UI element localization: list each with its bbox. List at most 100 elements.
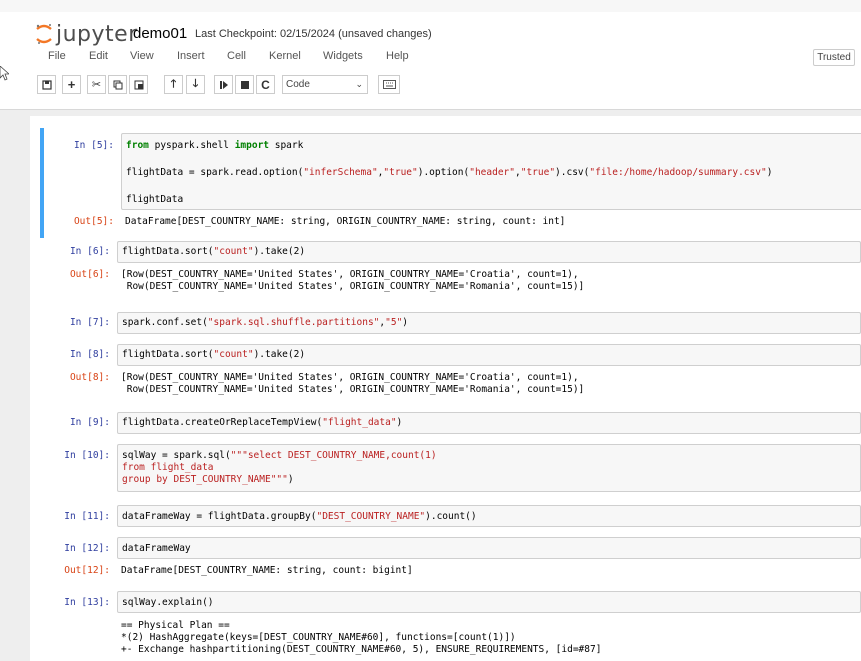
- code-input[interactable]: flightData.sort("count").take(2): [117, 241, 861, 263]
- output-prompt: Out[5]:: [73, 216, 114, 227]
- cell-output: == Physical Plan == *(2) HashAggregate(ke…: [121, 620, 601, 656]
- input-prompt: In [13]:: [64, 597, 110, 608]
- command-palette-button[interactable]: [378, 75, 400, 94]
- paste-icon: [134, 80, 143, 89]
- code-input[interactable]: sqlWay.explain(): [117, 591, 861, 613]
- code-line: spark.conf.set("spark.sql.shuffle.partit…: [122, 317, 409, 328]
- add-cell-icon: +: [67, 77, 76, 92]
- move-up-icon: 🡑: [170, 78, 177, 90]
- chevron-down-icon: ⌄: [355, 79, 363, 89]
- code-input[interactable]: sqlWay = spark.sql("""select DEST_COUNTR…: [117, 444, 861, 492]
- code-cell[interactable]: In [11]: dataFrameWay = flightData.group…: [44, 505, 861, 527]
- notebook-header: jupyter demo01 Last Checkpoint: 02/15/20…: [0, 12, 861, 110]
- save-icon: [41, 79, 52, 90]
- interrupt-button[interactable]: [235, 75, 254, 94]
- code-line: flightData.sort("count").take(2): [122, 246, 306, 257]
- copy-icon: [113, 80, 122, 89]
- code-line: flightData = spark.read.option("inferSch…: [126, 167, 773, 178]
- output-prompt: Out[6]:: [69, 269, 110, 280]
- cut-icon: ✂: [91, 79, 102, 91]
- output-line: Row(DEST_COUNTRY_NAME='United States', O…: [121, 384, 585, 395]
- output-prompt: Out[8]:: [69, 372, 110, 383]
- code-input[interactable]: dataFrameWay = flightData.groupBy("DEST_…: [117, 505, 861, 527]
- output-line: +- Exchange hashpartitioning(DEST_COUNTR…: [121, 644, 602, 655]
- code-cell[interactable]: In [10]: sqlWay = spark.sql("""select DE…: [44, 444, 861, 492]
- menu-view[interactable]: View: [130, 50, 154, 62]
- cell-output: DataFrame[DEST_COUNTRY_NAME: string, ORI…: [125, 216, 566, 227]
- insert-cell-button[interactable]: +: [62, 75, 81, 94]
- code-line: dataFrameWay: [122, 543, 191, 554]
- output-line: == Physical Plan ==: [121, 620, 230, 631]
- menu-kernel[interactable]: Kernel: [269, 50, 301, 62]
- code-cell[interactable]: In [8]: flightData.sort("count").take(2)…: [44, 344, 861, 404]
- input-prompt: In [12]:: [64, 543, 110, 554]
- input-prompt: In [11]:: [64, 511, 110, 522]
- code-line: from flight_data: [122, 462, 214, 473]
- notebook-area: In [5]: from pyspark.shell import spark …: [30, 116, 861, 661]
- output-line: *(2) HashAggregate(keys=[DEST_COUNTRY_NA…: [121, 632, 516, 643]
- output-line: Row(DEST_COUNTRY_NAME='United States', O…: [121, 281, 585, 292]
- input-prompt: In [10]:: [64, 450, 110, 461]
- input-prompt: In [9]:: [69, 417, 110, 428]
- code-line: from pyspark.shell import spark: [126, 140, 304, 151]
- move-up-button[interactable]: 🡑: [164, 75, 183, 94]
- move-down-icon: 🡓: [192, 78, 199, 90]
- cell-type-select[interactable]: Code ⌄: [282, 75, 368, 94]
- notebook-name[interactable]: demo01: [133, 25, 187, 42]
- paste-button[interactable]: [129, 75, 148, 94]
- code-line: dataFrameWay = flightData.groupBy("DEST_…: [122, 511, 477, 522]
- logo-text: jupyter: [56, 21, 138, 47]
- menu-widgets[interactable]: Widgets: [323, 50, 363, 62]
- menu-cell[interactable]: Cell: [227, 50, 246, 62]
- cell-output: DataFrame[DEST_COUNTRY_NAME: string, cou…: [121, 565, 413, 576]
- keyword: from: [126, 140, 149, 151]
- code-input[interactable]: spark.conf.set("spark.sql.shuffle.partit…: [117, 312, 861, 334]
- menu-help[interactable]: Help: [386, 50, 409, 62]
- copy-button[interactable]: [108, 75, 127, 94]
- code-line: group by DEST_COUNTRY_NAME"""): [122, 474, 294, 485]
- code-cell[interactable]: In [6]: flightData.sort("count").take(2)…: [44, 241, 861, 302]
- stop-icon: [240, 80, 249, 89]
- cut-button[interactable]: ✂: [87, 75, 106, 94]
- code-line: sqlWay.explain(): [122, 597, 214, 608]
- code-cell[interactable]: In [7]: spark.conf.set("spark.sql.shuffl…: [44, 312, 861, 334]
- restart-icon: C: [261, 77, 270, 92]
- code-cell[interactable]: In [12]: dataFrameWay Out[12]: DataFrame…: [44, 537, 861, 581]
- output-line: [Row(DEST_COUNTRY_NAME='United States', …: [121, 269, 579, 280]
- input-prompt: In [5]:: [73, 140, 114, 151]
- cell-output: [Row(DEST_COUNTRY_NAME='United States', …: [121, 269, 584, 293]
- jupyter-logo[interactable]: jupyter: [35, 21, 138, 47]
- move-down-button[interactable]: 🡓: [186, 75, 205, 94]
- mouse-cursor-icon: [0, 66, 9, 81]
- code-cell[interactable]: In [5]: from pyspark.shell import spark …: [40, 128, 861, 238]
- code-cell[interactable]: In [13]: sqlWay.explain() == Physical Pl…: [44, 591, 861, 661]
- input-prompt: In [8]:: [69, 349, 110, 360]
- run-button[interactable]: [214, 75, 233, 94]
- restart-button[interactable]: C: [256, 75, 275, 94]
- checkpoint-status: Last Checkpoint: 02/15/2024 (unsaved cha…: [195, 28, 432, 40]
- code-line: flightData.sort("count").take(2): [122, 349, 306, 360]
- code-input[interactable]: flightData.createOrReplaceTempView("flig…: [117, 412, 861, 434]
- menu-insert[interactable]: Insert: [177, 50, 205, 62]
- input-prompt: In [7]:: [69, 317, 110, 328]
- code-input[interactable]: from pyspark.shell import spark flightDa…: [121, 133, 861, 210]
- input-prompt: In [6]:: [69, 246, 110, 257]
- code-line: flightData: [126, 194, 184, 205]
- code-input[interactable]: flightData.sort("count").take(2): [117, 344, 861, 366]
- menu-edit[interactable]: Edit: [89, 50, 108, 62]
- keyboard-icon: [382, 80, 396, 89]
- code-line: flightData.createOrReplaceTempView("flig…: [122, 417, 403, 428]
- cell-output: [Row(DEST_COUNTRY_NAME='United States', …: [121, 372, 584, 396]
- cell-type-value: Code: [286, 79, 310, 90]
- code-input[interactable]: dataFrameWay: [117, 537, 861, 559]
- run-icon: [219, 80, 228, 89]
- output-prompt: Out[12]:: [64, 565, 110, 576]
- save-button[interactable]: [37, 75, 56, 94]
- menu-file[interactable]: File: [48, 50, 66, 62]
- trusted-indicator[interactable]: Trusted: [813, 49, 855, 66]
- keyword: import: [234, 140, 270, 151]
- code-cell[interactable]: In [9]: flightData.createOrReplaceTempVi…: [44, 412, 861, 434]
- output-line: [Row(DEST_COUNTRY_NAME='United States', …: [121, 372, 579, 383]
- jupyter-logo-icon: [36, 24, 52, 44]
- code-line: sqlWay = spark.sql("""select DEST_COUNTR…: [122, 450, 437, 461]
